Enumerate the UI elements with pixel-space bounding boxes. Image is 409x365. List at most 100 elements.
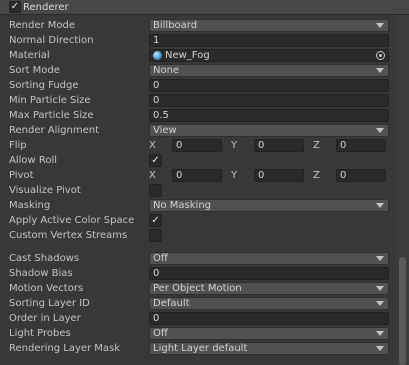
apply-active-color-space-row: Apply Active Color Space ✓: [0, 213, 392, 228]
flip-z-axis-label: Z: [313, 140, 320, 151]
min-particle-size-field[interactable]: 0: [149, 94, 389, 107]
chevron-down-icon: [376, 331, 384, 336]
chevron-down-icon: [376, 301, 384, 306]
pivot-z-axis-label: Z: [313, 170, 320, 181]
allow-roll-row: Allow Roll ✓: [0, 153, 392, 168]
cast-shadows-value: Off: [153, 253, 168, 264]
sorting-fudge-field[interactable]: 0: [149, 79, 389, 92]
light-probes-row: Light Probes Off: [0, 326, 392, 341]
custom-vertex-streams-row: Custom Vertex Streams: [0, 228, 392, 243]
order-in-layer-field[interactable]: 0: [149, 312, 389, 325]
shadow-bias-field[interactable]: 0: [149, 267, 389, 280]
flip-z-value: 0: [340, 140, 347, 151]
sort-mode-label: Sort Mode: [9, 65, 60, 76]
render-alignment-label: Render Alignment: [9, 125, 100, 136]
light-probes-dropdown[interactable]: Off: [149, 327, 389, 340]
sorting-fudge-value: 0: [153, 80, 160, 91]
masking-row: Masking No Masking: [0, 198, 392, 213]
light-probes-value: Off: [153, 328, 168, 339]
max-particle-size-field[interactable]: 0.5: [149, 109, 389, 122]
renderer-enabled-checkbox[interactable]: ✓: [9, 1, 21, 13]
sort-mode-value: None: [153, 65, 180, 76]
apply-active-color-space-label: Apply Active Color Space: [9, 215, 135, 226]
normal-direction-field[interactable]: 1: [149, 34, 389, 47]
sphere-material-icon: [153, 51, 162, 60]
render-alignment-value: View: [153, 125, 177, 136]
custom-vertex-streams-label: Custom Vertex Streams: [9, 230, 128, 241]
flip-x-field[interactable]: 0: [172, 139, 222, 152]
motion-vectors-row: Motion Vectors Per Object Motion: [0, 281, 392, 296]
object-picker-icon[interactable]: [376, 51, 385, 60]
flip-y-value: 0: [258, 140, 265, 151]
material-object-field[interactable]: New_Fog: [149, 49, 389, 62]
section-title: Renderer: [23, 2, 69, 13]
material-value: New_Fog: [165, 50, 210, 61]
normal-direction-label: Normal Direction: [9, 35, 94, 46]
order-in-layer-row: Order in Layer 0: [0, 311, 392, 326]
render-mode-value: Billboard: [153, 20, 198, 31]
cast-shadows-dropdown[interactable]: Off: [149, 252, 389, 265]
allow-roll-checkbox[interactable]: ✓: [149, 154, 162, 167]
flip-x-value: 0: [176, 140, 183, 151]
min-particle-size-label: Min Particle Size: [9, 95, 91, 106]
pivot-x-axis-label: X: [149, 170, 156, 181]
pivot-y-value: 0: [258, 170, 265, 181]
max-particle-size-label: Max Particle Size: [9, 110, 94, 121]
visualize-pivot-label: Visualize Pivot: [9, 185, 81, 196]
chevron-down-icon: [376, 203, 384, 208]
masking-value: No Masking: [153, 200, 211, 211]
chevron-down-icon: [376, 68, 384, 73]
pivot-label: Pivot: [9, 170, 34, 181]
motion-vectors-label: Motion Vectors: [9, 283, 84, 294]
max-particle-size-value: 0.5: [153, 110, 169, 121]
masking-label: Masking: [9, 200, 51, 211]
visualize-pivot-row: Visualize Pivot: [0, 183, 392, 198]
rendering-layer-mask-dropdown[interactable]: Light Layer default: [149, 342, 389, 355]
render-mode-label: Render Mode: [9, 20, 76, 31]
sorting-fudge-label: Sorting Fudge: [9, 80, 79, 91]
render-alignment-row: Render Alignment View: [0, 123, 392, 138]
shadow-bias-label: Shadow Bias: [9, 268, 73, 279]
apply-active-color-space-checkbox[interactable]: ✓: [149, 214, 162, 227]
material-row: Material New_Fog: [0, 48, 392, 63]
normal-direction-value: 1: [153, 35, 160, 46]
chevron-down-icon: [376, 256, 384, 261]
sorting-fudge-row: Sorting Fudge 0: [0, 78, 392, 93]
scrollbar-thumb[interactable]: [399, 257, 406, 365]
chevron-down-icon: [376, 128, 384, 133]
pivot-y-axis-label: Y: [231, 170, 238, 181]
visualize-pivot-checkbox[interactable]: [149, 184, 162, 197]
flip-y-field[interactable]: 0: [254, 139, 304, 152]
rendering-layer-mask-label: Rendering Layer Mask: [9, 343, 121, 354]
pivot-z-value: 0: [340, 170, 347, 181]
sorting-layer-id-row: Sorting Layer ID Default: [0, 296, 392, 311]
motion-vectors-dropdown[interactable]: Per Object Motion: [149, 282, 389, 295]
masking-dropdown[interactable]: No Masking: [149, 199, 389, 212]
pivot-z-field[interactable]: 0: [336, 169, 386, 182]
flip-x-axis-label: X: [149, 140, 156, 151]
motion-vectors-value: Per Object Motion: [153, 283, 242, 294]
pivot-row: Pivot X 0 Y 0 Z 0: [0, 168, 392, 183]
render-alignment-dropdown[interactable]: View: [149, 124, 389, 137]
max-particle-size-row: Max Particle Size 0.5: [0, 108, 392, 123]
pivot-y-field[interactable]: 0: [254, 169, 304, 182]
material-label: Material: [9, 50, 50, 61]
normal-direction-row: Normal Direction 1: [0, 33, 392, 48]
inspector-scrollbar[interactable]: [396, 15, 409, 365]
render-mode-row: Render Mode Billboard: [0, 18, 392, 33]
order-in-layer-label: Order in Layer: [9, 313, 81, 324]
min-particle-size-value: 0: [153, 95, 160, 106]
sort-mode-dropdown[interactable]: None: [149, 64, 389, 77]
sorting-layer-id-dropdown[interactable]: Default: [149, 297, 389, 310]
chevron-down-icon: [376, 346, 384, 351]
render-mode-dropdown[interactable]: Billboard: [149, 19, 389, 32]
sorting-layer-id-label: Sorting Layer ID: [9, 298, 90, 309]
renderer-section-header[interactable]: ✓ Renderer: [0, 0, 409, 15]
allow-roll-label: Allow Roll: [9, 155, 58, 166]
custom-vertex-streams-checkbox[interactable]: [149, 229, 162, 242]
order-in-layer-value: 0: [153, 313, 160, 324]
shadow-bias-row: Shadow Bias 0: [0, 266, 392, 281]
shadow-bias-value: 0: [153, 268, 160, 279]
pivot-x-field[interactable]: 0: [172, 169, 222, 182]
flip-z-field[interactable]: 0: [336, 139, 386, 152]
